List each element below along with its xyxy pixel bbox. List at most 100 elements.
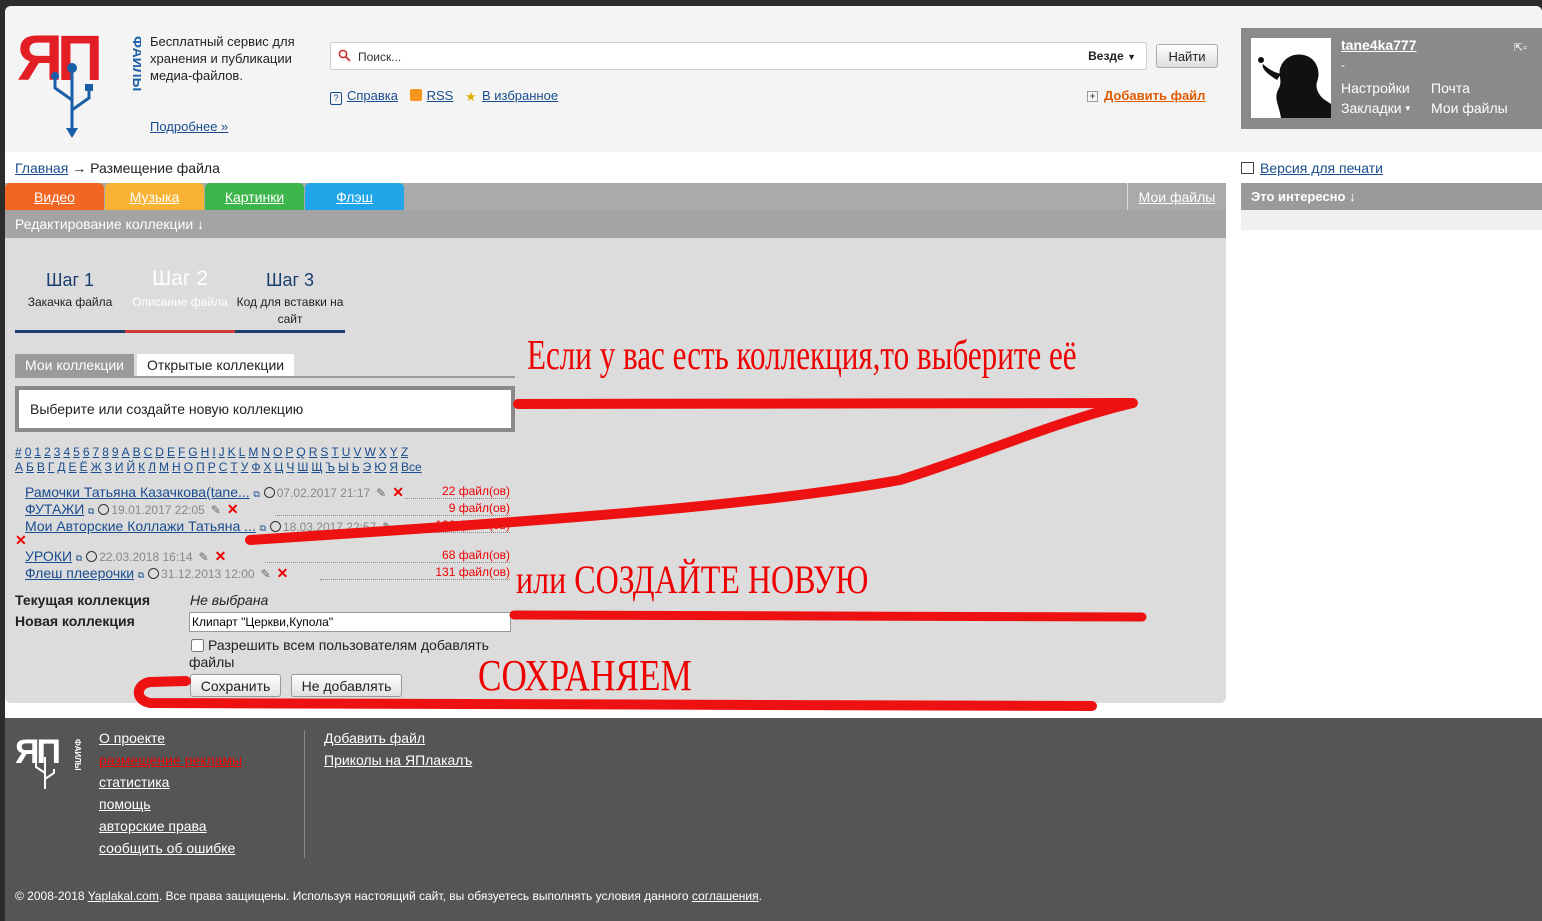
site-logo[interactable]: ЯП ФАЙЛЫ xyxy=(15,20,141,140)
alphabet-letter[interactable]: Q xyxy=(296,445,305,459)
alphabet-letter[interactable]: 1 xyxy=(34,445,41,459)
footer-stats-link[interactable]: статистика xyxy=(99,771,242,793)
alphabet-letter[interactable]: 3 xyxy=(54,445,61,459)
alphabet-letter[interactable]: 8 xyxy=(102,445,109,459)
find-button[interactable]: Найти xyxy=(1156,44,1218,68)
external-link-icon[interactable]: ⧉ xyxy=(76,553,82,563)
alphabet-letter[interactable]: 4 xyxy=(63,445,70,459)
footer-ads-link[interactable]: размещение рекламы xyxy=(99,749,242,771)
alphabet-letter[interactable]: I xyxy=(212,445,215,459)
edit-icon[interactable]: ✎ xyxy=(376,486,386,500)
alphabet-letter[interactable]: Ё xyxy=(80,460,88,474)
alphabet-letter[interactable]: W xyxy=(364,445,375,459)
alphabet-letter[interactable]: Ц xyxy=(274,460,283,474)
external-link-icon[interactable]: ⧉ xyxy=(88,506,94,516)
delete-icon[interactable]: ✕ xyxy=(215,548,227,564)
collection-link[interactable]: ФУТАЖИ xyxy=(25,501,84,517)
search-input[interactable] xyxy=(356,47,1050,67)
rss-link[interactable]: RSS xyxy=(427,88,454,103)
breadcrumb-home[interactable]: Главная xyxy=(15,160,68,176)
alphabet-letter[interactable]: F xyxy=(178,445,185,459)
alphabet-letter[interactable]: Р xyxy=(208,460,216,474)
settings-link[interactable]: Настройки xyxy=(1341,80,1410,96)
alphabet-letter[interactable]: X xyxy=(379,445,387,459)
skip-button[interactable]: Не добавлять xyxy=(291,674,402,697)
alphabet-letter[interactable]: П xyxy=(196,460,205,474)
alphabet-letter[interactable]: Ф xyxy=(251,460,260,474)
alphabet-letter[interactable]: V xyxy=(353,445,361,459)
alphabet-letter[interactable]: Е xyxy=(69,460,77,474)
footer-about-link[interactable]: О проекте xyxy=(99,727,242,749)
copyright-site-link[interactable]: Yaplakal.com xyxy=(88,889,159,903)
alphabet-letter[interactable]: D xyxy=(155,445,164,459)
alphabet-letter[interactable]: S xyxy=(320,445,328,459)
alphabet-letter[interactable]: J xyxy=(219,445,225,459)
alphabet-letter[interactable]: М xyxy=(159,460,169,474)
alphabet-letter[interactable]: B xyxy=(133,445,141,459)
footer-yaplakal-link[interactable]: Приколы на ЯПлакалъ xyxy=(324,749,472,771)
alphabet-letter[interactable]: K xyxy=(228,445,236,459)
footer-copyright-link[interactable]: авторские права xyxy=(99,815,242,837)
alphabet-letter[interactable]: У xyxy=(241,460,249,474)
alphabet-letter[interactable]: Н xyxy=(172,460,181,474)
collection-link[interactable]: Рамочки Татьяна Казачкова(tane... xyxy=(25,484,250,500)
delete-icon[interactable]: ✕ xyxy=(15,532,27,549)
mail-link[interactable]: Почта xyxy=(1431,80,1470,96)
external-link-icon[interactable]: ⧉ xyxy=(259,523,265,533)
alphabet-letter[interactable]: N xyxy=(261,445,270,459)
alphabet-letter[interactable]: И xyxy=(115,460,124,474)
footer-add-file-link[interactable]: Добавить файл xyxy=(324,727,472,749)
tab-my-collections[interactable]: Мои коллекции xyxy=(15,354,134,376)
my-files-link[interactable]: Мои файлы xyxy=(1431,100,1508,116)
logout-icon[interactable]: ⇱▫ xyxy=(1514,41,1527,54)
more-link[interactable]: Подробнее » xyxy=(150,119,228,134)
external-link-icon[interactable]: ⧉ xyxy=(253,489,259,499)
agreement-link[interactable]: соглашения xyxy=(692,889,759,903)
new-collection-input[interactable] xyxy=(189,612,511,632)
allow-all-checkbox[interactable] xyxy=(191,639,204,652)
alphabet-letter[interactable]: С xyxy=(219,460,228,474)
alphabet-letter[interactable]: T xyxy=(331,445,338,459)
alphabet-letter[interactable]: Ь xyxy=(352,460,360,474)
external-link-icon[interactable]: ⧉ xyxy=(138,570,144,580)
delete-icon[interactable]: ✕ xyxy=(392,484,404,500)
save-button[interactable]: Сохранить xyxy=(190,674,281,697)
tab-pictures[interactable]: Картинки xyxy=(205,183,304,210)
alphabet-letter[interactable]: В xyxy=(37,460,45,474)
collection-link[interactable]: Флеш плеерочки xyxy=(25,565,134,581)
footer-logo[interactable]: ЯП ФАЙЛЫ xyxy=(15,731,81,791)
alphabet-letter[interactable]: А xyxy=(15,460,23,474)
alphabet-letter[interactable]: 0 xyxy=(25,445,32,459)
username-link[interactable]: tane4ka777 xyxy=(1341,37,1417,53)
delete-icon[interactable]: ✕ xyxy=(277,565,289,581)
alphabet-letter[interactable]: Д xyxy=(57,460,65,474)
favorites-link[interactable]: В избранное xyxy=(482,88,558,103)
edit-icon[interactable]: ✎ xyxy=(261,567,271,581)
print-version-link[interactable]: Версия для печати xyxy=(1260,160,1383,176)
alphabet-letter[interactable]: Щ xyxy=(311,460,322,474)
alphabet-letter[interactable]: Б xyxy=(26,460,34,474)
alphabet-letter[interactable]: 6 xyxy=(83,445,90,459)
tab-video[interactable]: Видео xyxy=(5,183,104,210)
alphabet-letter[interactable]: Ъ xyxy=(326,460,336,474)
alphabet-letter[interactable]: 9 xyxy=(112,445,119,459)
alphabet-letter[interactable]: Я xyxy=(389,460,398,474)
edit-icon[interactable]: ✎ xyxy=(382,520,392,534)
alphabet-letter[interactable]: Э xyxy=(363,460,372,474)
edit-icon[interactable]: ✎ xyxy=(211,503,221,517)
tab-my-files[interactable]: Мои файлы xyxy=(1127,183,1226,210)
alphabet-letter[interactable]: Ш xyxy=(297,460,308,474)
alphabet-letter[interactable]: O xyxy=(273,445,282,459)
alphabet-letter[interactable]: Ы xyxy=(338,460,349,474)
alphabet-letter[interactable]: A xyxy=(122,445,130,459)
alphabet-letter[interactable]: P xyxy=(285,445,293,459)
alphabet-letter[interactable]: Й xyxy=(127,460,136,474)
alphabet-letter[interactable]: G xyxy=(188,445,197,459)
alphabet-letter[interactable]: Y xyxy=(390,445,398,459)
tab-music[interactable]: Музыка xyxy=(105,183,204,210)
bookmarks-menu[interactable]: Закладки ▼ xyxy=(1341,100,1412,116)
alphabet-letter[interactable]: R xyxy=(309,445,318,459)
alphabet-letter[interactable]: З xyxy=(105,460,112,474)
alphabet-letter[interactable]: C xyxy=(144,445,153,459)
alphabet-letter[interactable]: # xyxy=(15,445,22,459)
